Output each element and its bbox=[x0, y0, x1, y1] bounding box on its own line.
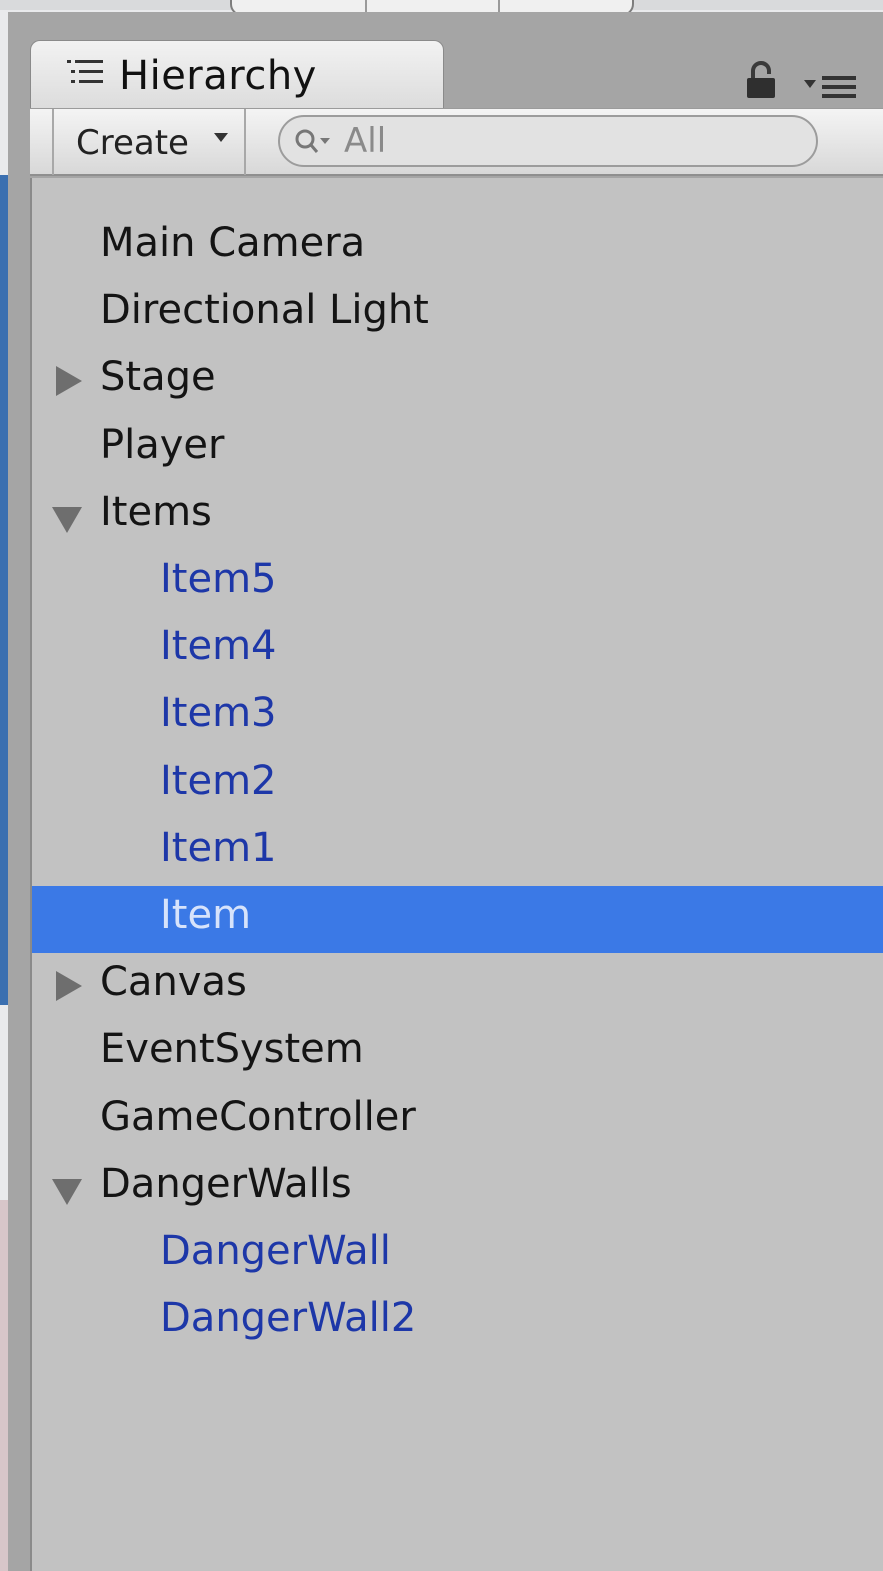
foldout-collapsed-icon[interactable] bbox=[50, 969, 84, 1003]
hierarchy-row[interactable]: DangerWall2 bbox=[32, 1289, 883, 1356]
tab-title: Hierarchy bbox=[119, 53, 317, 99]
create-button[interactable]: Create bbox=[52, 109, 246, 175]
hierarchy-row-label: DangerWall2 bbox=[160, 1295, 417, 1342]
list-icon bbox=[67, 60, 103, 83]
hierarchy-row-label: Item4 bbox=[160, 623, 277, 670]
foldout-collapsed-icon[interactable] bbox=[50, 364, 84, 398]
hierarchy-row[interactable]: Item1 bbox=[32, 819, 883, 886]
hierarchy-row-label: GameController bbox=[100, 1093, 416, 1140]
search-field[interactable] bbox=[278, 115, 818, 167]
hierarchy-toolbar: Create bbox=[30, 108, 883, 176]
hierarchy-row-label: Main Camera bbox=[100, 220, 366, 266]
hierarchy-row-label: Canvas bbox=[100, 959, 247, 1006]
hierarchy-row-label: Item5 bbox=[160, 556, 277, 602]
hierarchy-row[interactable]: Item2 bbox=[32, 752, 883, 819]
hierarchy-row[interactable]: Player bbox=[32, 416, 883, 483]
hierarchy-row[interactable]: DangerWall bbox=[32, 1222, 883, 1289]
hierarchy-row[interactable]: Stage bbox=[32, 348, 883, 415]
hierarchy-row-label: Stage bbox=[100, 354, 216, 401]
hierarchy-row-label: Directional Light bbox=[100, 287, 429, 334]
hierarchy-row[interactable]: Item5 bbox=[32, 550, 883, 617]
hierarchy-panel: Hierarchy Create Main Camera Directional … bbox=[8, 12, 883, 1571]
hierarchy-list[interactable]: Main Camera Directional Light Stage Player I… bbox=[30, 178, 883, 1571]
hierarchy-row-label: DangerWall bbox=[160, 1228, 391, 1274]
search-input[interactable] bbox=[344, 121, 784, 161]
hierarchy-row-label: Player bbox=[100, 421, 225, 468]
hierarchy-row[interactable]: DangerWalls bbox=[32, 1155, 883, 1222]
hierarchy-row-label: Item2 bbox=[160, 757, 277, 804]
hierarchy-row[interactable]: Item3 bbox=[32, 684, 883, 751]
create-button-label: Create bbox=[76, 123, 189, 163]
foldout-expanded-icon[interactable] bbox=[50, 1173, 84, 1207]
search-icon[interactable] bbox=[294, 127, 340, 157]
hierarchy-row[interactable]: Main Camera bbox=[32, 214, 883, 281]
hierarchy-row[interactable]: Item bbox=[32, 886, 883, 953]
hierarchy-row-label: Item1 bbox=[160, 824, 277, 871]
tab-hierarchy[interactable]: Hierarchy bbox=[30, 40, 444, 109]
hierarchy-row-label: EventSystem bbox=[100, 1026, 364, 1073]
lock-icon[interactable] bbox=[744, 60, 778, 100]
hierarchy-row-label: Items bbox=[100, 488, 212, 535]
chevron-down-icon bbox=[214, 133, 228, 142]
hierarchy-row[interactable]: Items bbox=[32, 483, 883, 550]
menu-icon[interactable] bbox=[802, 72, 858, 102]
hierarchy-row-label: Item bbox=[160, 892, 252, 938]
hierarchy-row[interactable]: EventSystem bbox=[32, 1020, 883, 1087]
hierarchy-row-label: DangerWalls bbox=[100, 1160, 352, 1207]
hierarchy-row[interactable]: Item4 bbox=[32, 617, 883, 684]
hierarchy-row-label: Item3 bbox=[160, 690, 277, 737]
hierarchy-row[interactable]: Directional Light bbox=[32, 281, 883, 348]
hierarchy-row[interactable]: Canvas bbox=[32, 953, 883, 1020]
foldout-expanded-icon[interactable] bbox=[50, 501, 84, 535]
hierarchy-row[interactable]: GameController bbox=[32, 1088, 883, 1155]
